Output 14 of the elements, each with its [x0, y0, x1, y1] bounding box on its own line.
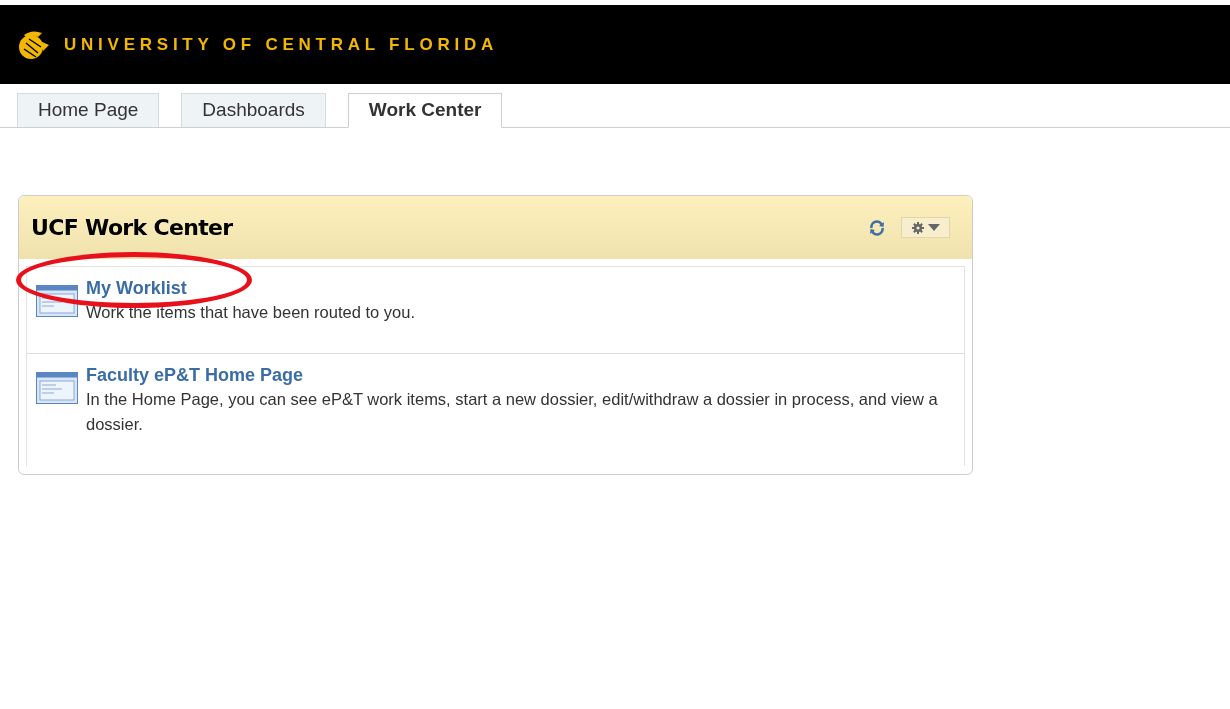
tab[interactable]: Work Center: [347, 93, 503, 128]
university-name: UNIVERSITY OF CENTRAL FLORIDA: [64, 33, 498, 56]
settings-icon: [911, 221, 924, 234]
settings-menu-button[interactable]: [901, 217, 950, 238]
tab[interactable]: Home Page: [17, 93, 160, 127]
logo-icon: [16, 28, 50, 61]
item-link[interactable]: My Worklist: [86, 277, 187, 299]
item-link[interactable]: Faculty eP&T Home Page: [86, 364, 304, 386]
item-description: In the Home Page, you can see eP&T work items, start a new dossier, edit/withdraw a dossier in process, and view a dossier.: [86, 389, 939, 435]
refresh-icon[interactable]: [869, 219, 885, 236]
caret-icon: [927, 224, 940, 231]
panel-title: UCF Work Center: [31, 214, 233, 242]
page-icon: [36, 372, 78, 404]
tab[interactable]: Dashboards: [181, 93, 326, 127]
